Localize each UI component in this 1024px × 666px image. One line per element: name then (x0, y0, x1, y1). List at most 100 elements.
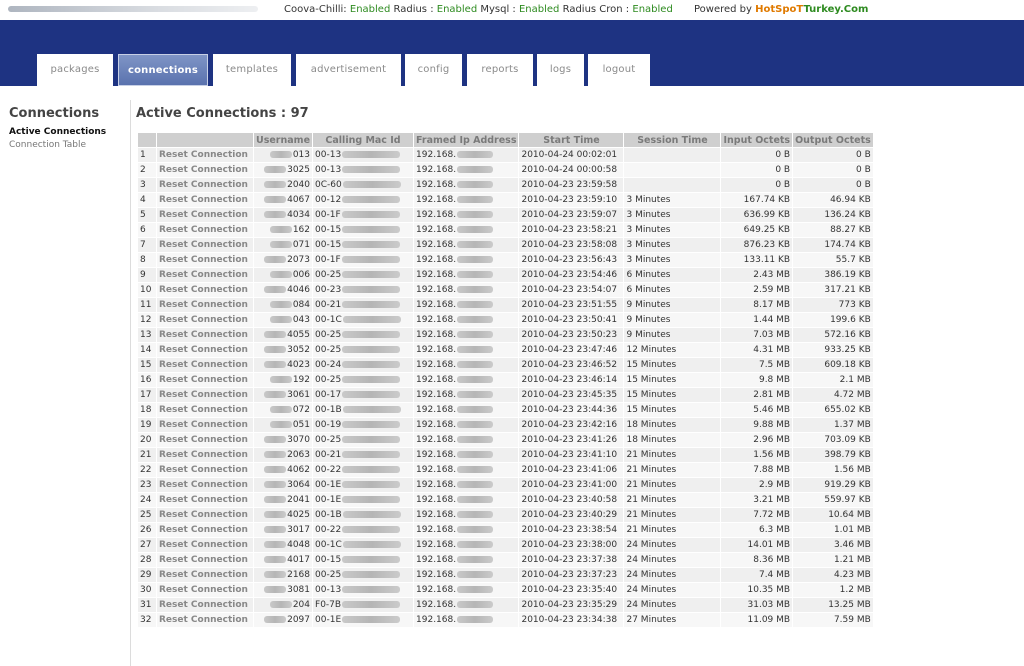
reset-connection-button[interactable]: Reset Connection (157, 388, 253, 402)
reset-connection-button[interactable]: Reset Connection (157, 418, 253, 432)
session-time-cell: 15 Minutes (624, 358, 721, 372)
reset-connection-button[interactable]: Reset Connection (157, 538, 253, 552)
redacted-value (264, 451, 287, 458)
row-number: 8 (138, 253, 156, 267)
output-octets-cell-text: 136.24 KB (824, 210, 871, 220)
brand-link-part1[interactable]: HotSpoT (755, 4, 803, 15)
tab-logout[interactable]: logout (588, 54, 650, 86)
ip-address-cell: 192.168. (414, 268, 519, 282)
mac-id-cell-text: 00-1C (315, 315, 342, 325)
tab-reports[interactable]: reports (467, 54, 533, 86)
reset-connection-button[interactable]: Reset Connection (157, 403, 253, 417)
brand-link-part2[interactable]: Turkey.Com (803, 4, 868, 15)
reset-connection-button[interactable]: Reset Connection (157, 478, 253, 492)
output-octets-cell-text: 2.1 MB (839, 375, 871, 385)
redacted-value (269, 241, 292, 248)
reset-connection-button[interactable]: Reset Connection (157, 268, 253, 282)
start-time-cell-text: 2010-04-23 23:35:40 (521, 585, 618, 595)
table-row: 27 Reset Connection 4048 00-1C 192.168. 2010-… (138, 538, 873, 552)
start-time-cell-text: 2010-04-23 23:38:00 (521, 540, 618, 550)
reset-connection-button[interactable]: Reset Connection (157, 523, 253, 537)
reset-connection-button[interactable]: Reset Connection (157, 448, 253, 462)
output-octets-cell: 919.29 KB (793, 478, 873, 492)
output-octets-cell-text: 559.97 KB (824, 495, 871, 505)
reset-connection-button[interactable]: Reset Connection (157, 328, 253, 342)
session-time-cell-text: 27 Minutes (626, 615, 677, 625)
row-number: 18 (138, 403, 156, 417)
input-octets-cell: 8.17 MB (721, 298, 793, 312)
reset-connection-button[interactable]: Reset Connection (157, 613, 253, 627)
table-row: 2 Reset Connection 3025 00-13 192.168. 2010-0… (138, 163, 873, 177)
ip-address-cell: 192.168. (414, 403, 519, 417)
mac-id-cell: 00-15 (313, 238, 414, 252)
tab-templates[interactable]: templates (213, 54, 291, 86)
mac-id-cell-text: 00-21 (315, 300, 342, 310)
reset-connection-button[interactable]: Reset Connection (157, 238, 253, 252)
input-octets-cell: 649.25 KB (721, 223, 793, 237)
reset-connection-button[interactable]: Reset Connection (157, 163, 253, 177)
sidebar-item-connection-table[interactable]: Connection Table (9, 140, 129, 150)
mac-id-cell: 00-1C (313, 313, 414, 327)
reset-connection-button[interactable]: Reset Connection (157, 508, 253, 522)
mac-id-cell: 00-1B (313, 403, 414, 417)
session-time-cell: 24 Minutes (624, 538, 721, 552)
session-time-cell-text: 9 Minutes (626, 330, 671, 340)
row-number: 22 (138, 463, 156, 477)
mac-id-cell: 00-21 (313, 298, 414, 312)
reset-connection-button[interactable]: Reset Connection (157, 433, 253, 447)
reset-connection-button[interactable]: Reset Connection (157, 193, 253, 207)
tab-connections[interactable]: connections (118, 54, 208, 86)
ip-address-cell-text: 192.168. (416, 360, 457, 370)
output-octets-cell: 703.09 KB (793, 433, 873, 447)
reset-connection-button[interactable]: Reset Connection (157, 358, 253, 372)
reset-connection-button[interactable]: Reset Connection (157, 598, 253, 612)
row-number-text: 13 (140, 330, 152, 340)
reset-connection-button[interactable]: Reset Connection (157, 223, 253, 237)
tab-packages[interactable]: packages (37, 54, 113, 86)
ip-address-cell-text: 192.168. (416, 600, 457, 610)
status-bar: Coova-Chilli: Enabled Radius : Enabled M… (0, 0, 1024, 20)
output-octets-cell-text: 199.6 KB (830, 315, 871, 325)
start-time-cell: 2010-04-23 23:40:58 (519, 493, 624, 507)
reset-connection-button[interactable]: Reset Connection (157, 298, 253, 312)
input-octets-cell: 3.21 MB (721, 493, 793, 507)
ip-address-cell: 192.168. (414, 463, 519, 477)
reset-connection-button[interactable]: Reset Connection (157, 568, 253, 582)
output-octets-cell: 933.25 KB (793, 343, 873, 357)
reset-connection-button[interactable]: Reset Connection (157, 493, 253, 507)
tab-advertisement[interactable]: advertisement (296, 54, 401, 86)
reset-connection-button[interactable]: Reset Connection (157, 283, 253, 297)
table-row: 19 Reset Connection 051 00-19 192.168. 2010-0… (138, 418, 873, 432)
username-cell-text: 162 (292, 225, 311, 235)
reset-connection-button[interactable]: Reset Connection (157, 253, 253, 267)
mac-id-cell-text: 00-22 (315, 525, 342, 535)
reset-connection-button[interactable]: Reset Connection (157, 553, 253, 567)
col-header-index (138, 133, 156, 147)
reset-connection-button[interactable]: Reset Connection (157, 148, 253, 162)
mac-id-cell: 00-1E (313, 478, 414, 492)
username-cell: 2040 (254, 178, 313, 192)
input-octets-cell-text: 3.21 MB (753, 495, 791, 505)
redacted-value (342, 481, 401, 488)
redacted-value (341, 211, 400, 218)
sidebar-item-active-connections[interactable]: Active Connections (9, 127, 129, 137)
redacted-value (264, 466, 287, 473)
reset-connection-button[interactable]: Reset Connection (157, 343, 253, 357)
output-octets-cell-text: 3.46 MB (833, 540, 871, 550)
tab-config[interactable]: config (405, 54, 462, 86)
reset-connection-button[interactable]: Reset Connection (157, 178, 253, 192)
row-number-text: 17 (140, 390, 152, 400)
username-cell: 3052 (254, 343, 313, 357)
input-octets-cell-text: 7.4 MB (758, 570, 791, 580)
reset-connection-button[interactable]: Reset Connection (157, 208, 253, 222)
output-octets-cell-text: 386.19 KB (824, 270, 871, 280)
tab-logs[interactable]: logs (537, 54, 584, 86)
redacted-value (342, 436, 401, 443)
reset-connection-button[interactable]: Reset Connection (157, 313, 253, 327)
row-number-text: 20 (140, 435, 152, 445)
reset-connection-button[interactable]: Reset Connection (157, 583, 253, 597)
start-time-cell: 2010-04-23 23:38:00 (519, 538, 624, 552)
reset-connection-button-text: Reset Connection (159, 585, 248, 595)
reset-connection-button[interactable]: Reset Connection (157, 373, 253, 387)
reset-connection-button[interactable]: Reset Connection (157, 463, 253, 477)
